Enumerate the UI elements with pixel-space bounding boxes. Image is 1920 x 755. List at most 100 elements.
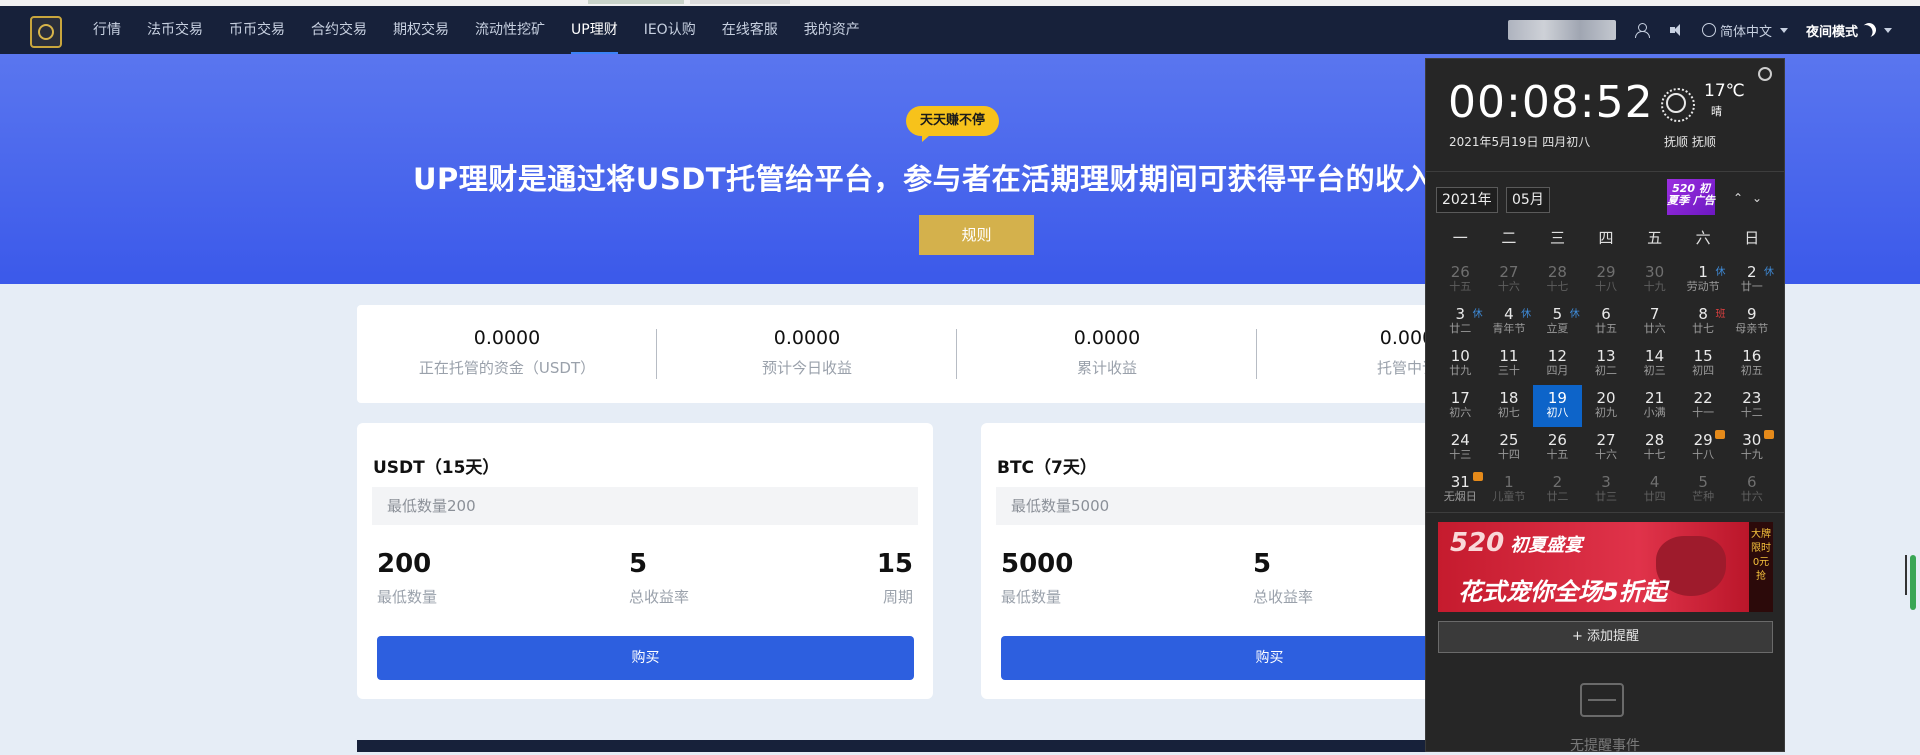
rules-button[interactable]: 规则	[919, 215, 1034, 255]
calendar-day[interactable]: 4 青年节休	[1485, 301, 1534, 343]
calendar-day[interactable]: 12 四月	[1533, 343, 1582, 385]
top-nav: 行情 法币交易 币币交易 合约交易 期权交易 流动性挖矿 UP理财 IEO认购 在线客服 我的资产…	[0, 6, 1920, 54]
day-number: 26	[1450, 263, 1470, 281]
calendar-day[interactable]: 26 十五	[1533, 427, 1582, 469]
day-number: 30	[1645, 263, 1665, 281]
calendar-day[interactable]: 18 初七	[1485, 385, 1534, 427]
calendar-day[interactable]: 31 无烟日	[1436, 469, 1485, 511]
calendar-popup: 00:08:52 2021年5月19日 四月初八 17℃ 晴 抚顺 抚顺 202…	[1425, 58, 1785, 754]
nav-item[interactable]: 期权交易	[380, 6, 462, 54]
calendar-day[interactable]: 11 三十	[1485, 343, 1534, 385]
nav-item[interactable]: 币币交易	[216, 6, 298, 54]
scrollbar-thumb[interactable]	[1910, 555, 1916, 610]
calendar-day[interactable]: 5 立夏休	[1533, 301, 1582, 343]
calendar-day[interactable]: 3 廿三	[1582, 469, 1631, 511]
promo-banner[interactable]: 520 初夏盛宴 花式宠你全场5折起 大牌 限时 0元 抢	[1438, 522, 1773, 612]
calendar-day[interactable]: 27 十六	[1485, 259, 1534, 301]
holiday-badge: 休	[1569, 309, 1580, 320]
calendar-day[interactable]: 3 廿二休	[1436, 301, 1485, 343]
calendar-day[interactable]: 15 初四	[1679, 343, 1728, 385]
weekday-label: 五	[1647, 229, 1663, 247]
language-select[interactable]: 简体中文	[1701, 21, 1788, 40]
chevron-down-icon[interactable]: ⌄	[1752, 191, 1762, 205]
lunar-date: 十八	[1595, 280, 1618, 293]
calendar-day[interactable]: 21 小满	[1630, 385, 1679, 427]
promo-ad[interactable]: 520 初夏季 广告	[1667, 179, 1715, 215]
lunar-date: 劳动节	[1686, 280, 1720, 293]
lunar-date: 芒种	[1692, 490, 1715, 503]
total-rate-label: 总收益率	[629, 588, 690, 606]
calendar-day[interactable]: 17 初六	[1436, 385, 1485, 427]
day-number: 16	[1742, 347, 1762, 365]
chevron-down-icon	[1884, 27, 1892, 33]
calendar-day[interactable]: 6 廿六	[1727, 469, 1776, 511]
inbox-icon	[1580, 683, 1624, 717]
nav-item[interactable]: 在线客服	[709, 6, 791, 54]
day-number: 21	[1645, 389, 1665, 407]
user-icon[interactable]	[1634, 22, 1650, 38]
day-number: 27	[1596, 431, 1616, 449]
calendar-day[interactable]: 2 廿二	[1533, 469, 1582, 511]
calendar-day[interactable]: 2 廿一休	[1727, 259, 1776, 301]
nav-item[interactable]: 法币交易	[134, 6, 216, 54]
calendar-day[interactable]: 19 初八	[1533, 385, 1582, 427]
holiday-badge: 休	[1715, 267, 1726, 278]
account-blurred[interactable]	[1507, 20, 1616, 40]
day-number: 5	[1698, 473, 1708, 491]
clock-time: 00:08:52	[1448, 77, 1654, 128]
calendar-day[interactable]: 1 劳动节休	[1679, 259, 1728, 301]
nav-item[interactable]: 行情	[80, 6, 134, 54]
calendar-day[interactable]: 13 初二	[1582, 343, 1631, 385]
calendar-day[interactable]: 30 十九	[1727, 427, 1776, 469]
calendar-day[interactable]: 16 初五	[1727, 343, 1776, 385]
weekday-label: 六	[1695, 229, 1711, 247]
gear-icon[interactable]	[1758, 67, 1772, 81]
card-title: BTC（7天）	[997, 458, 1097, 478]
total-rate: 5	[629, 549, 648, 579]
amount-input[interactable]: 最低数量200	[372, 487, 918, 525]
month-select[interactable]: 05月	[1506, 187, 1550, 213]
calendar-day[interactable]: 29 十八	[1679, 427, 1728, 469]
calendar-day[interactable]: 29 十八	[1582, 259, 1631, 301]
calendar-day[interactable]: 20 初九	[1582, 385, 1631, 427]
calendar-day[interactable]: 25 十四	[1485, 427, 1534, 469]
nav-item[interactable]: 流动性挖矿	[462, 6, 558, 54]
nav-item[interactable]: 我的资产	[791, 6, 873, 54]
day-number: 14	[1645, 347, 1665, 365]
year-select[interactable]: 2021年	[1436, 187, 1498, 213]
nav-item[interactable]: 合约交易	[298, 6, 380, 54]
logo[interactable]	[30, 16, 62, 48]
calendar-day[interactable]: 8 廿七班	[1679, 301, 1728, 343]
chevron-up-icon[interactable]: ⌃	[1733, 191, 1743, 205]
weekday-label: 三	[1549, 229, 1565, 247]
day-number: 28	[1547, 263, 1567, 281]
calendar-day[interactable]: 7 廿六	[1630, 301, 1679, 343]
weekday-header: 一二三四五六日	[1436, 227, 1776, 248]
calendar-day[interactable]: 24 十三	[1436, 427, 1485, 469]
nav-item[interactable]: UP理财	[558, 6, 631, 54]
no-events-text: 无提醒事件	[1570, 738, 1640, 754]
calendar-day[interactable]: 23 十二	[1727, 385, 1776, 427]
calendar-day[interactable]: 9 母亲节	[1727, 301, 1776, 343]
speaker-icon[interactable]	[1668, 22, 1684, 38]
calendar-day[interactable]: 30 十九	[1630, 259, 1679, 301]
event-tag-icon	[1472, 472, 1483, 481]
calendar-day[interactable]: 5 芒种	[1679, 469, 1728, 511]
calendar-day[interactable]: 6 廿五	[1582, 301, 1631, 343]
lunar-date: 十九	[1643, 280, 1666, 293]
lunar-date: 廿七	[1692, 322, 1715, 335]
calendar-day[interactable]: 28 十七	[1533, 259, 1582, 301]
nav-item[interactable]: IEO认购	[631, 6, 709, 54]
buy-button[interactable]: 购买	[377, 636, 914, 680]
add-reminder-button[interactable]: + 添加提醒	[1438, 621, 1773, 653]
lunar-date: 青年节	[1492, 322, 1526, 335]
calendar-day[interactable]: 28 十七	[1630, 427, 1679, 469]
night-mode-toggle[interactable]: 夜间模式	[1806, 21, 1892, 40]
calendar-day[interactable]: 22 十一	[1679, 385, 1728, 427]
calendar-day[interactable]: 27 十六	[1582, 427, 1631, 469]
calendar-day[interactable]: 10 廿九	[1436, 343, 1485, 385]
calendar-day[interactable]: 4 廿四	[1630, 469, 1679, 511]
calendar-day[interactable]: 1 儿童节	[1485, 469, 1534, 511]
calendar-day[interactable]: 26 十五	[1436, 259, 1485, 301]
calendar-day[interactable]: 14 初三	[1630, 343, 1679, 385]
